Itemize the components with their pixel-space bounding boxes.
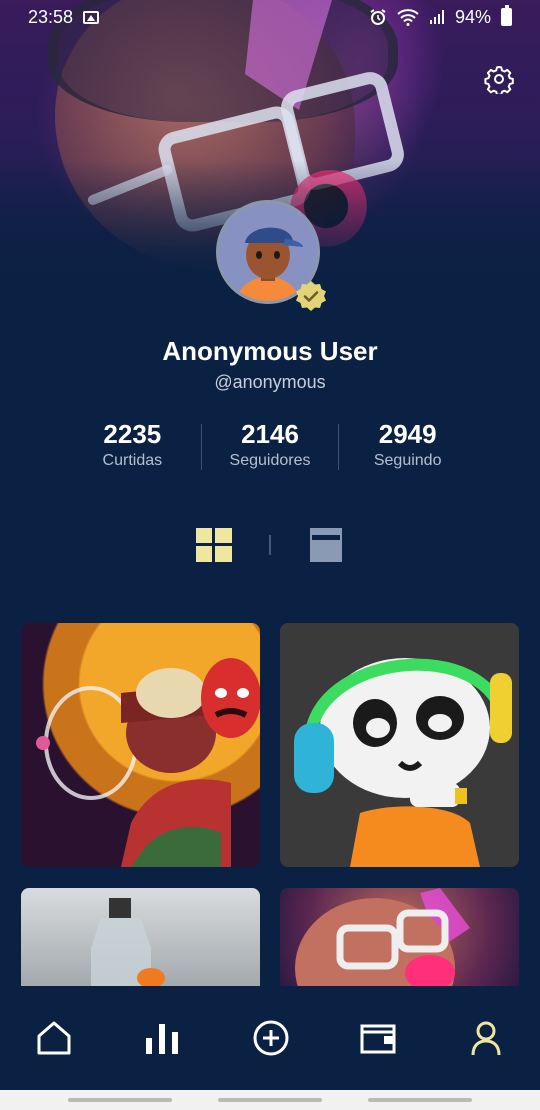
profile-name: Anonymous User <box>162 336 378 366</box>
alarm-icon <box>370 9 386 25</box>
stats-icon[interactable] <box>142 1018 182 1058</box>
battery-percentage: 94% <box>454 6 491 27</box>
image-notification-icon <box>83 10 100 24</box>
post-artwork <box>91 898 165 986</box>
post-thumbnail[interactable] <box>280 888 519 986</box>
profile-handle: @anonymous <box>214 372 326 392</box>
post-thumbnail[interactable] <box>21 888 260 986</box>
stat-label: Seguindo <box>373 452 442 469</box>
stat-following[interactable]: 2949 Seguindo <box>339 418 476 476</box>
gesture-handle <box>368 1098 472 1102</box>
toggle-divider <box>269 535 271 555</box>
stat-value: 2949 <box>378 419 437 449</box>
stat-label: Seguidores <box>229 452 311 469</box>
bottom-navigation <box>0 986 540 1090</box>
wallet-icon[interactable] <box>358 1018 398 1058</box>
stat-followers[interactable]: 2146 Seguidores <box>202 418 339 476</box>
post-artwork <box>294 658 512 867</box>
status-time: 23:58 <box>28 6 74 27</box>
gesture-handle <box>218 1098 322 1102</box>
home-icon[interactable] <box>34 1018 74 1058</box>
post-thumbnail[interactable] <box>280 623 519 867</box>
verified-badge-icon <box>296 281 326 311</box>
wifi-icon <box>397 9 419 26</box>
profile-stats: 2235 Curtidas 2146 Seguidores 2949 Segui… <box>64 418 476 476</box>
stat-likes[interactable]: 2235 Curtidas <box>64 418 201 476</box>
post-artwork <box>36 658 260 867</box>
single-view-icon[interactable] <box>310 528 342 562</box>
settings-gear-icon[interactable] <box>484 64 514 94</box>
stat-value: 2235 <box>103 419 162 449</box>
system-gesture-bar <box>0 1090 540 1110</box>
post-thumbnail[interactable] <box>21 623 260 867</box>
view-toggle <box>0 528 540 562</box>
grid-view-icon[interactable] <box>196 528 232 562</box>
signal-icon <box>429 10 444 24</box>
add-circle-icon[interactable] <box>251 1018 291 1058</box>
gesture-handle <box>68 1098 172 1102</box>
stat-value: 2146 <box>241 419 299 449</box>
status-bar: 23:58 94% <box>0 0 540 34</box>
profile-icon[interactable] <box>466 1018 506 1058</box>
post-artwork <box>295 888 470 986</box>
battery-icon <box>501 5 512 26</box>
stat-label: Curtidas <box>102 452 163 469</box>
